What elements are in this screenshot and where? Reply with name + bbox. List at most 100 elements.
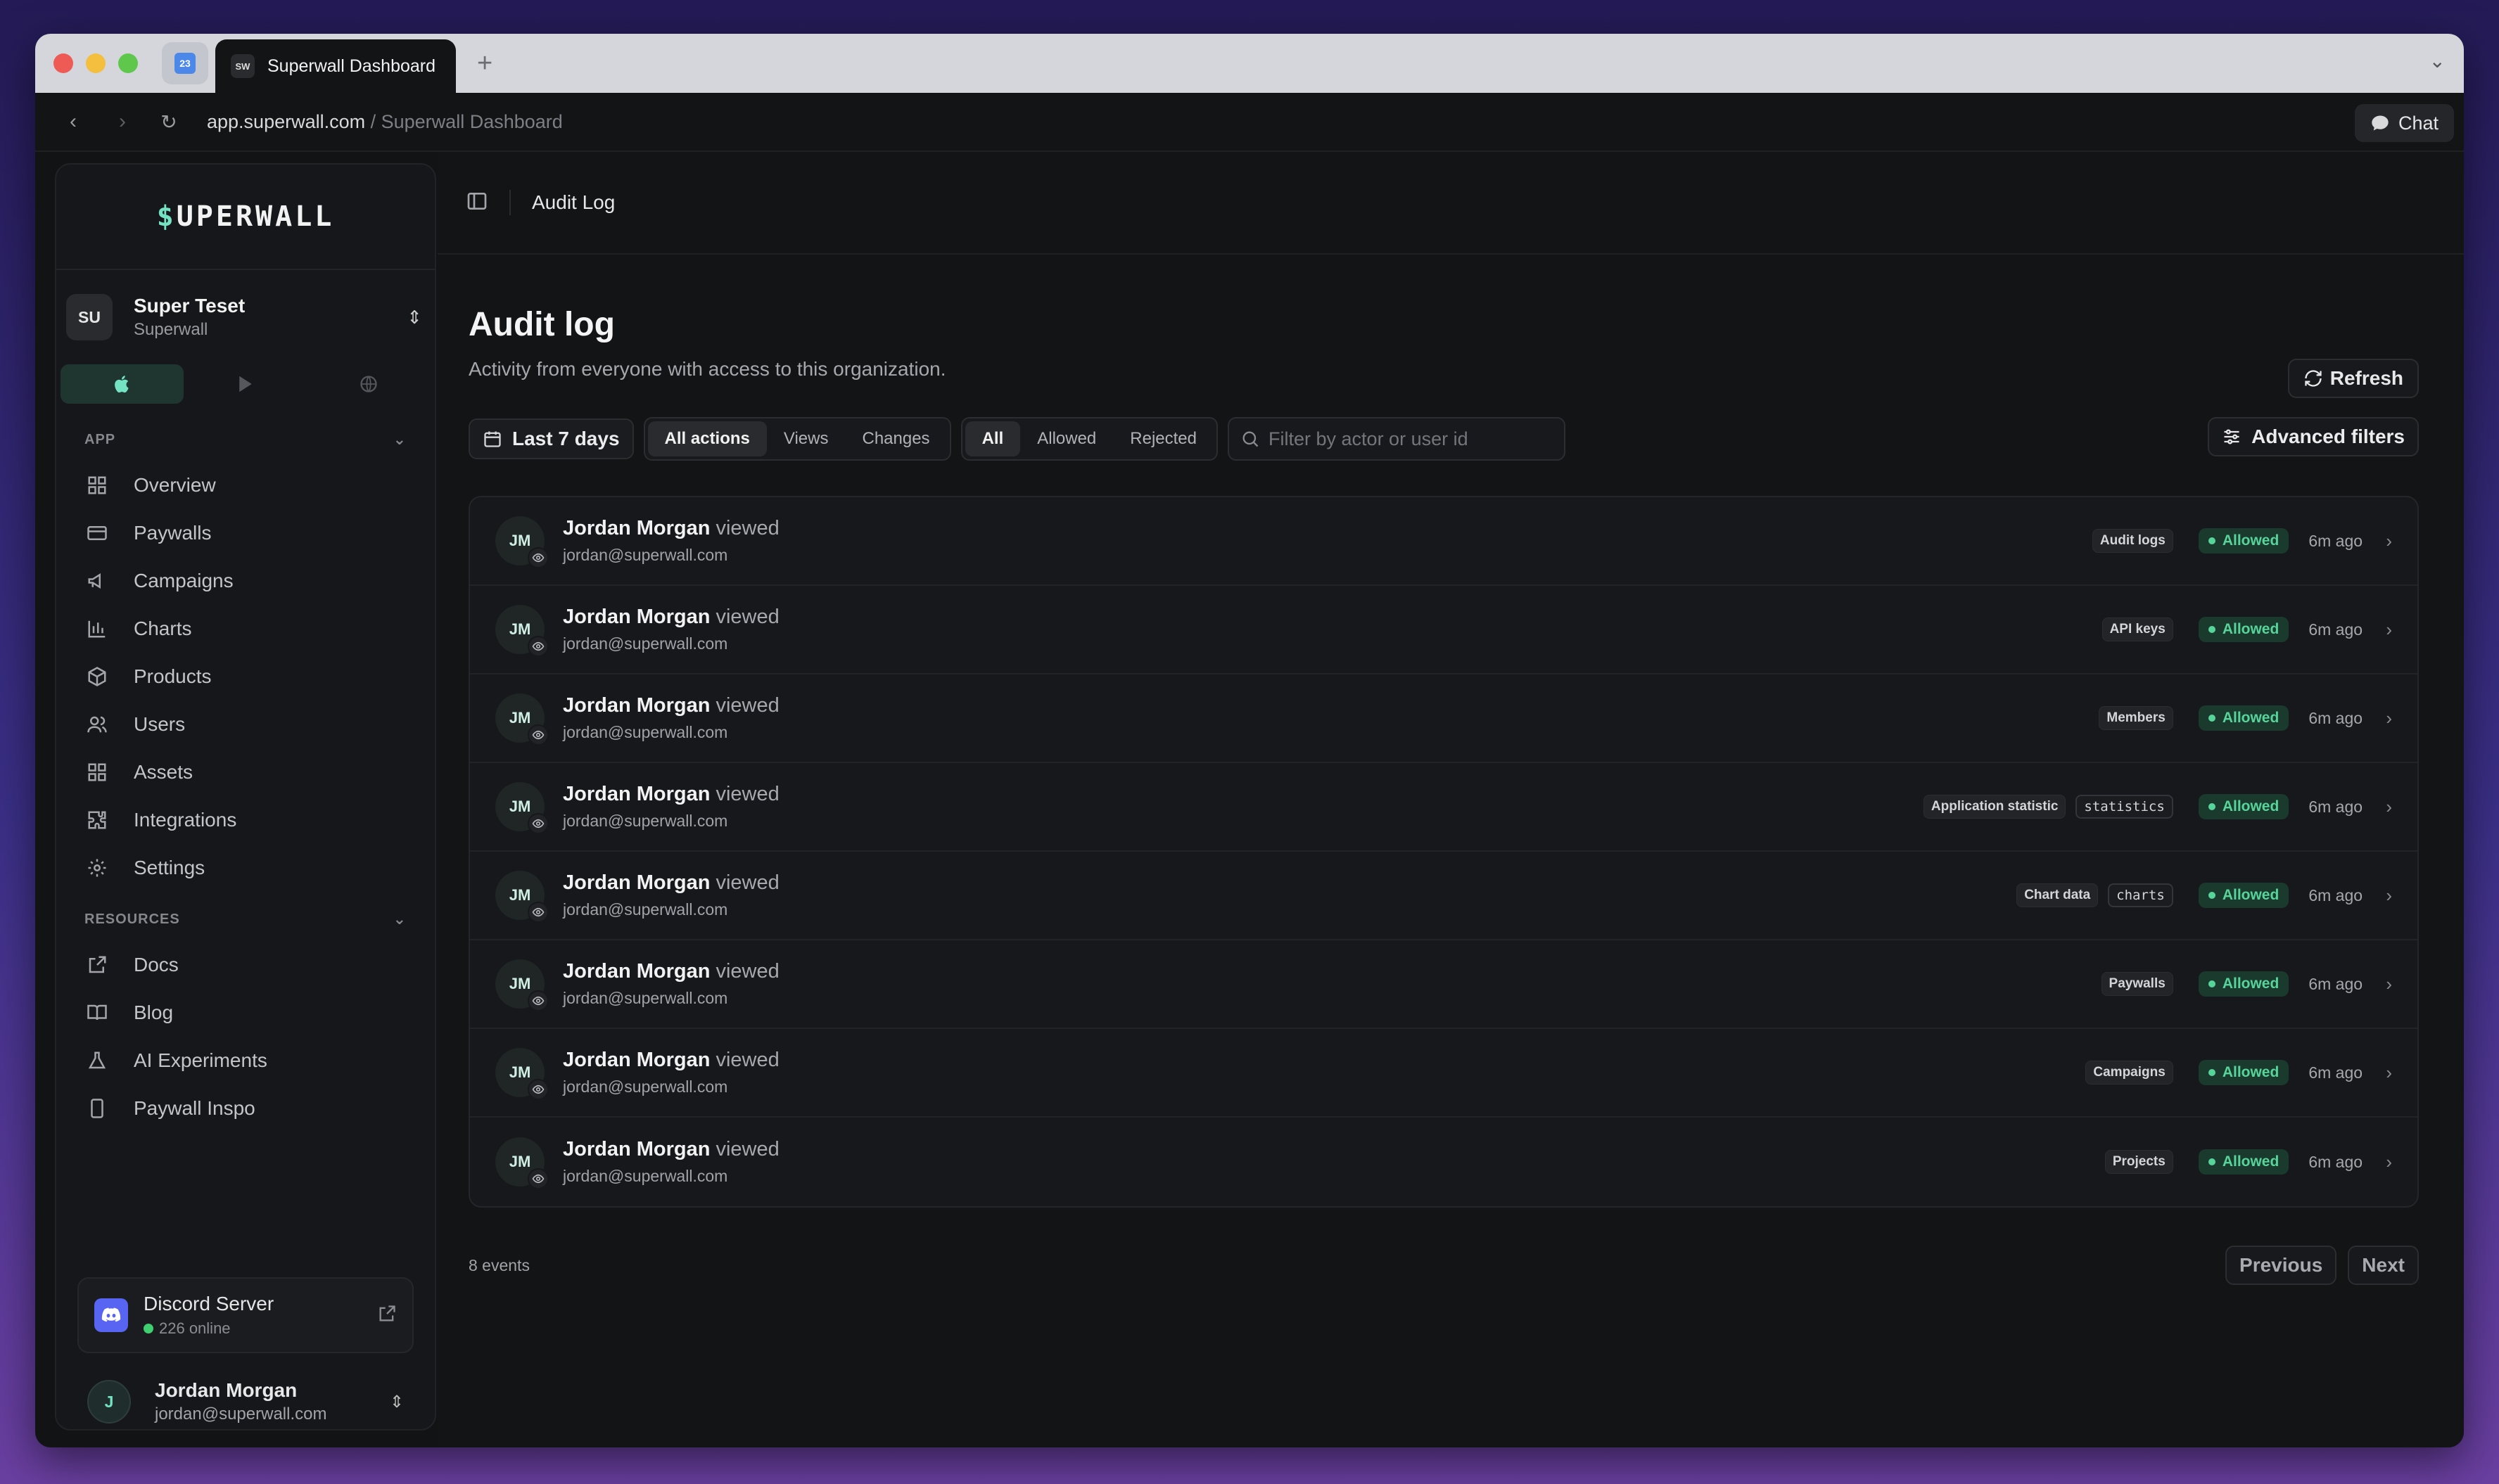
advanced-filters-button[interactable]: Advanced filters <box>2208 417 2419 456</box>
sidebar-item-paywalls[interactable]: Paywalls <box>56 509 435 557</box>
eye-icon <box>528 547 549 568</box>
date-range-label: Last 7 days <box>512 428 620 449</box>
sidebar-item-products[interactable]: Products <box>56 653 435 701</box>
platform-ios-tab[interactable] <box>61 364 184 404</box>
calendar-icon: 23 <box>174 53 196 74</box>
chevron-right-icon: › <box>2386 795 2392 817</box>
active-tab[interactable]: SW Superwall Dashboard <box>215 39 456 93</box>
actor-name: Jordan Morgan <box>563 960 711 983</box>
platform-web-tab[interactable] <box>307 364 431 404</box>
table-row[interactable]: JM Jordan Morgan viewed jordan@superwall.… <box>470 586 2417 674</box>
minimize-window-button[interactable] <box>86 53 106 73</box>
maximize-window-button[interactable] <box>118 53 138 73</box>
actor-email: jordan@superwall.com <box>563 546 728 564</box>
table-row[interactable]: JM Jordan Morgan viewed jordan@superwall.… <box>470 1029 2417 1118</box>
events-count: 8 events <box>469 1255 530 1274</box>
next-button[interactable]: Next <box>2348 1246 2419 1285</box>
page-title: Audit log <box>469 306 615 343</box>
sidebar-item-label: Charts <box>134 618 192 639</box>
breadcrumb: Audit Log <box>532 191 616 213</box>
eye-icon <box>528 724 549 746</box>
status-badge: Allowed <box>2198 1060 2289 1085</box>
sidebar-item-overview[interactable]: Overview <box>56 461 435 509</box>
filter-views[interactable]: Views <box>767 421 846 456</box>
filter-changes[interactable]: Changes <box>845 421 946 456</box>
grid-icon <box>84 760 110 785</box>
tab-list-chevron-icon[interactable]: ⌄ <box>2429 49 2446 72</box>
discord-card[interactable]: Discord Server 226 online <box>77 1277 414 1353</box>
sidebar-item-settings[interactable]: Settings <box>56 844 435 892</box>
sidebar-item-blog[interactable]: Blog <box>56 989 435 1037</box>
table-row[interactable]: JM Jordan Morgan viewed jordan@superwall.… <box>470 497 2417 586</box>
table-row[interactable]: JM Jordan Morgan viewed jordan@superwall.… <box>470 763 2417 852</box>
calendar-icon <box>484 431 501 447</box>
superwall-logo[interactable]: $ UPERWALL <box>56 165 435 270</box>
sidebar-item-label: Integrations <box>134 809 237 831</box>
sidebar-item-label: AI Experiments <box>134 1049 267 1071</box>
sidebar-item-ai-experiments[interactable]: AI Experiments <box>56 1037 435 1085</box>
status-dot-icon <box>2208 715 2215 722</box>
avatar-initials: JM <box>509 709 531 727</box>
avatar-initials: JM <box>509 1153 531 1170</box>
timestamp: 6m ago <box>2308 974 2363 993</box>
chat-button[interactable]: Chat <box>2354 104 2454 142</box>
user-menu[interactable]: J Jordan Morgan jordan@superwall.com ⇕ <box>77 1370 414 1433</box>
box-icon <box>84 664 110 689</box>
reload-icon[interactable]: ↻ <box>156 110 182 134</box>
sidebar-item-charts[interactable]: Charts <box>56 605 435 653</box>
eye-icon <box>528 1079 549 1100</box>
refresh-button[interactable]: Refresh <box>2287 359 2419 398</box>
actor-email: jordan@superwall.com <box>563 900 728 919</box>
sidebar-item-label: Blog <box>134 1002 174 1023</box>
section-resources-header[interactable]: RESOURCES ⌄ <box>56 897 435 941</box>
actor-name: Jordan Morgan <box>563 1138 711 1160</box>
megaphone-icon <box>84 568 110 594</box>
address-bar: ‹ › ↻ app.superwall.com / Superwall Dash… <box>35 93 2464 152</box>
section-app-header[interactable]: APP ⌄ <box>56 418 435 461</box>
sidebar-item-label: Campaigns <box>134 570 234 591</box>
chevron-right-icon: › <box>2386 884 2392 906</box>
filter-all-actions[interactable]: All actions <box>647 421 767 456</box>
online-dot-icon <box>144 1324 153 1333</box>
actor-email: jordan@superwall.com <box>563 989 728 1007</box>
status-dot-icon <box>2208 537 2215 544</box>
status-badge: Allowed <box>2198 617 2289 642</box>
url-field[interactable]: app.superwall.com / Superwall Dashboard <box>207 111 563 133</box>
sidebar-item-assets[interactable]: Assets <box>56 748 435 796</box>
table-row[interactable]: JM Jordan Morgan viewed jordan@superwall.… <box>470 940 2417 1029</box>
result-filter: All Allowed Rejected <box>960 417 1219 461</box>
sidebar-item-paywall-inspo[interactable]: Paywall Inspo <box>56 1085 435 1132</box>
avatar: JM <box>495 693 549 746</box>
resource-id-tag: charts <box>2108 883 2173 907</box>
sidebar-item-docs[interactable]: Docs <box>56 941 435 989</box>
table-row[interactable]: JM Jordan Morgan viewed jordan@superwall.… <box>470 674 2417 763</box>
sidebar: $ UPERWALL SU Super Teset Superwall ⇕ APP… <box>55 163 436 1431</box>
previous-button[interactable]: Previous <box>2225 1246 2337 1285</box>
filter-all[interactable]: All <box>965 421 1021 456</box>
section-app-label: APP <box>84 431 116 447</box>
platform-play-tab[interactable] <box>184 364 307 404</box>
sidebar-item-label: Assets <box>134 761 193 783</box>
close-window-button[interactable] <box>53 53 73 73</box>
search-input[interactable] <box>1268 428 1553 450</box>
timestamp: 6m ago <box>2308 708 2363 727</box>
book-icon <box>84 1000 110 1025</box>
filter-allowed[interactable]: Allowed <box>1020 421 1113 456</box>
sidebar-toggle-icon[interactable] <box>466 190 488 216</box>
pinned-tab[interactable]: 23 <box>162 42 208 84</box>
sidebar-item-users[interactable]: Users <box>56 701 435 748</box>
sidebar-item-campaigns[interactable]: Campaigns <box>56 557 435 605</box>
sidebar-item-integrations[interactable]: Integrations <box>56 796 435 844</box>
status-label: Allowed <box>2222 621 2279 637</box>
avatar: JM <box>495 516 549 568</box>
new-tab-plus-icon[interactable]: + <box>477 49 492 79</box>
table-row[interactable]: JM Jordan Morgan viewed jordan@superwall.… <box>470 852 2417 940</box>
org-switcher[interactable]: SU Super Teset Superwall ⇕ <box>56 270 435 364</box>
back-arrow-icon[interactable]: ‹ <box>61 110 86 134</box>
filter-rejected[interactable]: Rejected <box>1113 421 1214 456</box>
user-email: jordan@superwall.com <box>155 1405 327 1424</box>
date-range-button[interactable]: Last 7 days <box>469 418 634 459</box>
table-row[interactable]: JM Jordan Morgan viewed jordan@superwall.… <box>470 1118 2417 1206</box>
forward-arrow-icon[interactable]: › <box>110 110 135 134</box>
browser-window: 23 SW Superwall Dashboard + ⌄ ‹ › ↻ app.… <box>35 34 2464 1447</box>
